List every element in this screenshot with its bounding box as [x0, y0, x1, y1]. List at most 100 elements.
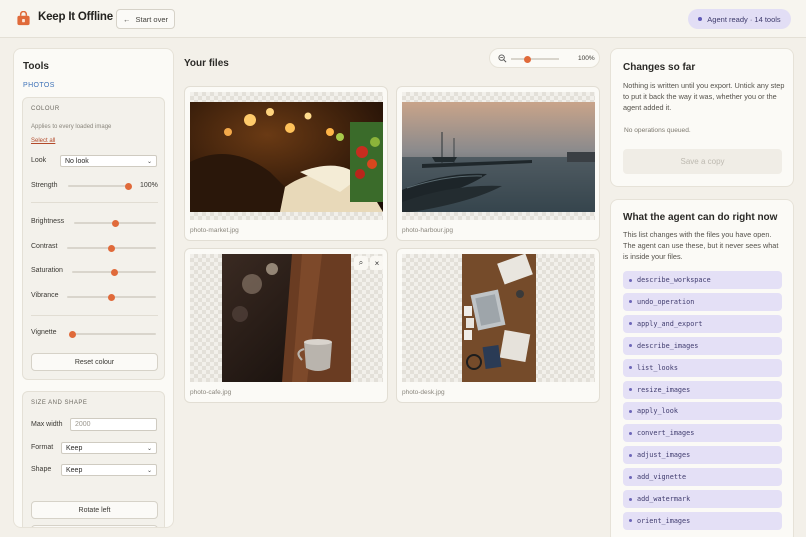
agent-tool-name: apply_and_export	[637, 319, 703, 328]
look-label: Look	[31, 157, 47, 164]
file-card[interactable]: photo-desk.jpg	[396, 248, 600, 403]
contrast-label: Contrast	[31, 243, 58, 250]
slider-thumb[interactable]	[108, 244, 115, 252]
market-photo	[190, 102, 383, 212]
file-name: photo-harbour.jpg	[402, 227, 453, 234]
agent-tool-name: resize_images	[637, 385, 691, 394]
agent-tool-item: undo_operation	[623, 292, 782, 311]
agent-tool-item: apply_look	[623, 402, 782, 421]
agent-tool-name: undo_operation	[637, 297, 695, 306]
brightness-label: Brightness	[31, 218, 65, 225]
changes-description: Nothing is written until you export. Unt…	[623, 81, 785, 112]
vignette-slider[interactable]	[68, 330, 156, 338]
tab-photos[interactable]: PHOTOS	[23, 82, 55, 89]
save-copy-button[interactable]: Save a copy	[623, 149, 782, 174]
select-all-link[interactable]: Select all	[31, 138, 55, 144]
top-bar: Keep It Offline ← Start over Agent ready…	[0, 0, 806, 38]
format-select[interactable]: Keep ⌄	[61, 442, 157, 454]
agent-tool-item: resize_images	[623, 380, 782, 399]
cafe-photo	[222, 254, 351, 382]
agent-tool-name: describe_images	[637, 341, 699, 350]
lock-bag-icon	[17, 11, 30, 26]
slider-thumb[interactable]	[111, 219, 119, 227]
zoom-control: 100%	[489, 48, 600, 68]
image-canvas	[402, 92, 595, 220]
bullet-icon	[629, 409, 632, 413]
slider-thumb[interactable]	[124, 182, 132, 190]
chevron-down-icon: ⌄	[146, 467, 152, 474]
file-name: photo-desk.jpg	[402, 389, 445, 396]
agent-tool-name: add_watermark	[637, 495, 691, 503]
contrast-slider[interactable]	[67, 244, 156, 252]
bullet-icon	[629, 322, 632, 326]
bullet-icon	[629, 278, 632, 282]
reset-colour-button[interactable]: Reset colour	[31, 353, 158, 371]
rotate-left-button[interactable]: Rotate left	[31, 501, 158, 519]
zoom-slider[interactable]	[511, 55, 559, 63]
look-select[interactable]: No look ⌄	[60, 155, 157, 167]
chevron-down-icon: ⌄	[146, 158, 152, 165]
changes-panel: Changes so far Nothing is written until …	[610, 48, 794, 187]
agent-tool-name: orient_images	[637, 516, 691, 525]
bullet-icon	[629, 366, 632, 370]
image-canvas	[402, 254, 595, 382]
divider	[31, 315, 158, 316]
max-width-label: Max width	[31, 421, 63, 428]
tools-panel: Tools PHOTOS COLOUR Applies to every loa…	[13, 48, 174, 528]
start-over-button[interactable]: ← Start over	[116, 9, 175, 29]
file-card[interactable]: photo-harbour.jpg	[396, 86, 600, 241]
agent-tool-name: describe_workspace	[637, 276, 711, 284]
colour-hint: Applies to every loaded image	[31, 124, 112, 130]
agent-tools-panel: What the agent can do right now This lis…	[610, 199, 794, 537]
harbour-photo	[402, 102, 595, 212]
desk-photo	[462, 254, 536, 382]
size-heading: SIZE AND SHAPE	[31, 400, 88, 406]
agent-status-badge: Agent ready · 14 tools	[688, 9, 791, 29]
brightness-slider[interactable]	[74, 219, 156, 227]
shape-label: Shape	[31, 466, 52, 473]
agent-tool-item: convert_images	[623, 424, 782, 443]
agent-tool-item: orient_images	[623, 511, 782, 530]
vibrance-slider[interactable]	[67, 293, 156, 301]
files-title: Your files	[184, 58, 229, 69]
agent-tool-name: apply_look	[637, 407, 678, 416]
agent-tools-title: What the agent can do right now	[623, 212, 778, 223]
bullet-icon	[629, 453, 632, 457]
slider-thumb[interactable]	[110, 268, 118, 276]
agent-tools-description: This list changes with the files you hav…	[623, 230, 779, 261]
zoom-out-icon[interactable]	[498, 54, 507, 63]
slider-thumb[interactable]	[108, 293, 115, 301]
agent-tool-item: add_watermark	[623, 490, 782, 508]
slider-thumb[interactable]	[524, 55, 532, 63]
size-section: SIZE AND SHAPE Max width 2000 Format Kee…	[22, 391, 165, 527]
image-canvas	[190, 92, 383, 220]
arrow-left-icon: ←	[122, 14, 131, 24]
slider-thumb[interactable]	[68, 330, 76, 338]
colour-heading: COLOUR	[31, 106, 60, 112]
file-name: photo-market.jpg	[190, 227, 239, 234]
status-dot-icon	[698, 17, 703, 21]
strength-label: Strength	[31, 182, 58, 189]
agent-tool-name: convert_images	[637, 429, 695, 438]
saturation-slider[interactable]	[72, 268, 156, 276]
bullet-icon	[629, 344, 632, 348]
close-icon[interactable]: ×	[370, 256, 383, 270]
shape-select[interactable]: Keep ⌄	[61, 464, 157, 476]
colour-section: COLOUR Applies to every loaded image Sel…	[22, 97, 165, 380]
file-card[interactable]: ⌕ × photo-cafe.jpg	[184, 248, 388, 403]
bullet-icon	[629, 388, 632, 391]
empty-queue-text: No operations queued.	[624, 127, 691, 134]
file-name: photo-cafe.jpg	[190, 389, 232, 396]
vignette-label: Vignette	[31, 329, 57, 336]
saturation-label: Saturation	[31, 267, 63, 274]
agent-tool-item: add_vignette	[623, 468, 782, 487]
agent-tool-item: describe_workspace	[623, 271, 782, 289]
chevron-down-icon: ⌄	[146, 445, 152, 452]
zoom-in-icon[interactable]: ⌕	[354, 256, 368, 270]
next-action-button[interactable]	[31, 525, 158, 527]
bullet-icon	[629, 431, 632, 435]
max-width-input[interactable]: 2000	[70, 418, 157, 431]
zoom-value: 100%	[578, 55, 595, 62]
file-card[interactable]: photo-market.jpg	[184, 86, 388, 241]
strength-slider[interactable]	[68, 182, 132, 190]
